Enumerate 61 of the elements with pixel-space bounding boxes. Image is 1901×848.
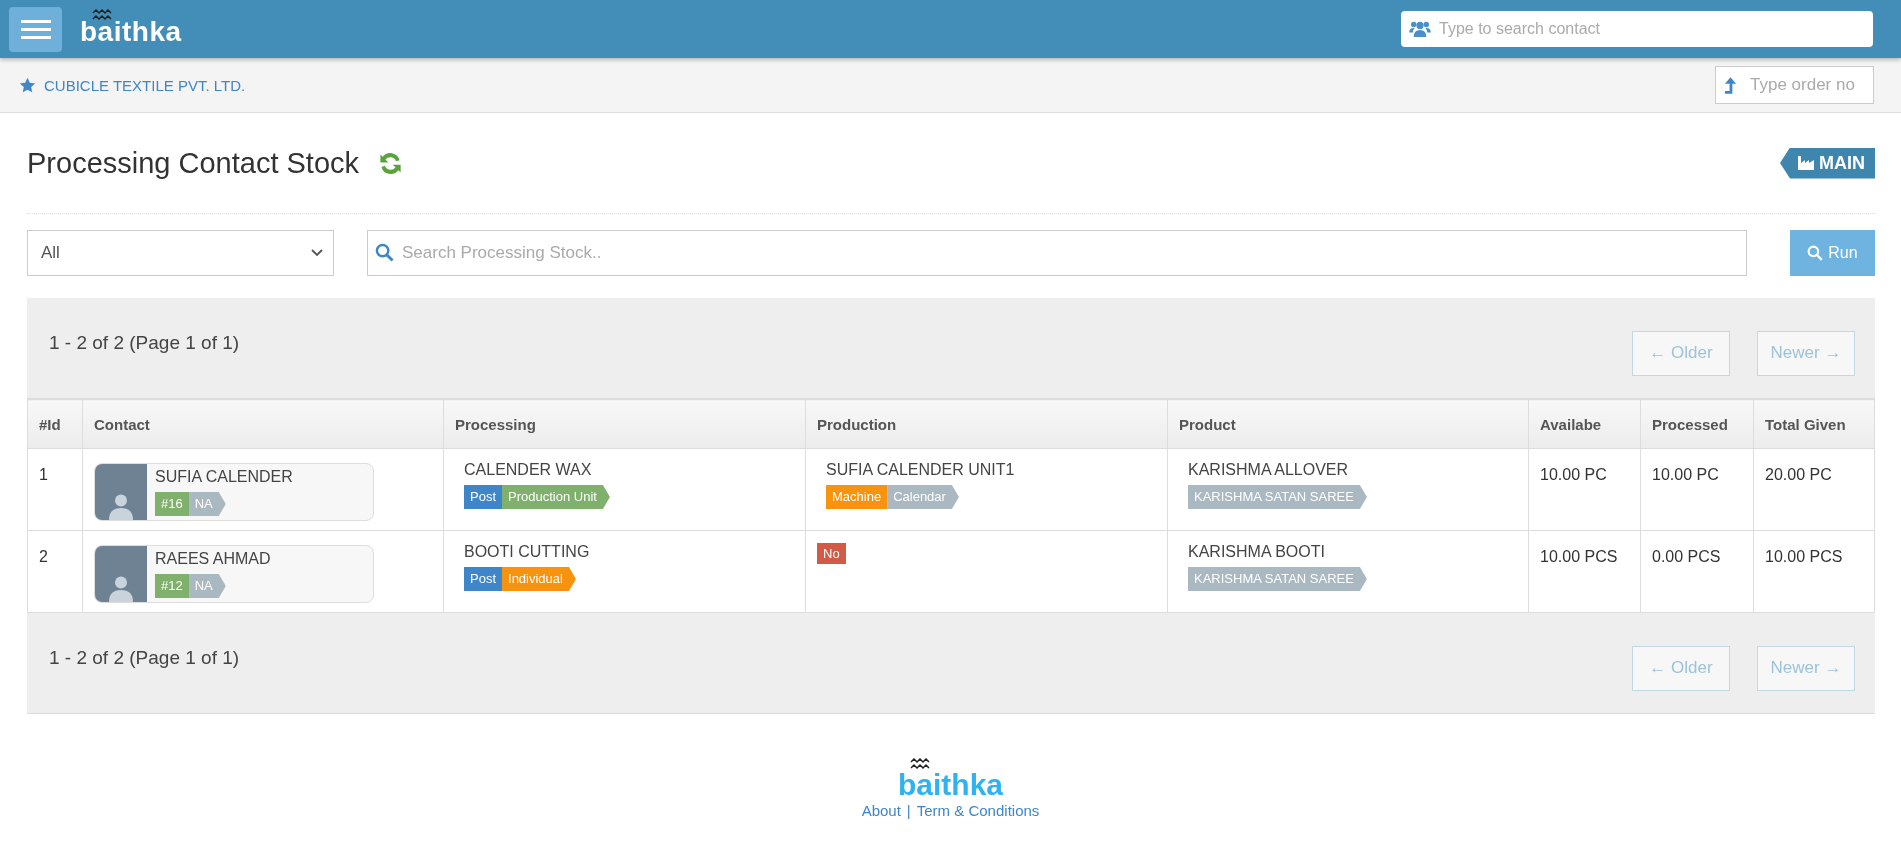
id-cell: 1 xyxy=(27,448,83,531)
tag: Production Unit xyxy=(502,485,610,509)
tag: NA xyxy=(188,574,226,598)
tag: #12 xyxy=(155,574,189,598)
contact-card[interactable]: SUFIA CALENDER #16 NA xyxy=(94,463,374,521)
contact-search-field[interactable]: Type to search contact xyxy=(1401,11,1873,47)
link-separator: | xyxy=(906,802,911,819)
menu-button[interactable] xyxy=(9,6,62,52)
column-header: Processing xyxy=(443,399,806,449)
column-header: #Id xyxy=(27,399,83,449)
order-number-field[interactable]: Type order no xyxy=(1715,66,1874,104)
column-header: Total Given xyxy=(1753,399,1875,449)
contact-card[interactable]: RAEES AHMAD #12 NA xyxy=(94,545,374,603)
main-badge: MAIN xyxy=(1780,147,1875,179)
column-header: Product xyxy=(1167,399,1529,449)
quantity-cell: 10.00 PC xyxy=(1528,448,1641,531)
about-link[interactable]: About xyxy=(861,802,901,819)
stock-search-field[interactable]: Search Processing Stock.. xyxy=(367,230,1747,276)
item-name: SUFIA CALENDER UNIT1 xyxy=(826,461,1016,479)
status-badge: No xyxy=(817,543,846,564)
contact-name: SUFIA CALENDER xyxy=(155,468,293,486)
quantity-cell: 0.00 PCS xyxy=(1640,530,1754,613)
contact-name: RAEES AHMAD xyxy=(155,550,271,568)
terms-link[interactable]: Term & Conditions xyxy=(916,802,1040,819)
item-name: KARISHMA BOOTI xyxy=(1188,543,1326,561)
quantity-cell: 20.00 PC xyxy=(1753,448,1875,531)
item-name: CALENDER WAX xyxy=(464,461,593,479)
tag: Calendar xyxy=(887,485,959,509)
star-icon xyxy=(19,76,36,94)
column-header: Contact xyxy=(82,399,444,449)
page-title: Processing Contact Stock xyxy=(27,146,360,180)
column-header: Processed xyxy=(1640,399,1754,449)
photo-placeholder xyxy=(95,546,147,602)
tag: Individual xyxy=(502,567,576,591)
footer-logo: baithka xyxy=(898,758,1003,802)
run-button[interactable]: Run xyxy=(1790,230,1875,276)
page-summary: 1 - 2 of 2 (Page 1 of 1) xyxy=(49,332,240,355)
logo[interactable]: baithka xyxy=(80,9,182,49)
tag: NA xyxy=(188,492,226,516)
search-icon xyxy=(1807,245,1824,261)
photo-placeholder xyxy=(95,464,147,520)
id-cell: 2 xyxy=(27,530,83,613)
quantity-cell: 10.00 PC xyxy=(1640,448,1754,531)
page-summary: 1 - 2 of 2 (Page 1 of 1) xyxy=(49,647,240,670)
tag: Post xyxy=(464,485,502,509)
quantity-cell: 10.00 PCS xyxy=(1753,530,1875,613)
tag: Machine xyxy=(826,485,888,509)
menu-icon xyxy=(20,18,51,40)
item-name: BOOTI CUTTING xyxy=(464,543,591,561)
tag: #16 xyxy=(155,492,189,516)
company-name[interactable]: CUBICLE TEXTILE PVT. LTD. xyxy=(44,76,246,94)
chevron-down-icon xyxy=(311,249,323,257)
tag: Post xyxy=(464,567,502,591)
column-header: Production xyxy=(805,399,1168,449)
column-header: Availabe xyxy=(1528,399,1641,449)
tag: KARISHMA SATAN SAREE xyxy=(1188,485,1367,509)
factory-icon xyxy=(1798,156,1814,170)
tag: KARISHMA SATAN SAREE xyxy=(1188,567,1367,591)
quantity-cell: 10.00 PCS xyxy=(1528,530,1641,613)
item-name: KARISHMA ALLOVER xyxy=(1188,461,1350,479)
filter-dropdown[interactable]: All xyxy=(27,230,334,276)
